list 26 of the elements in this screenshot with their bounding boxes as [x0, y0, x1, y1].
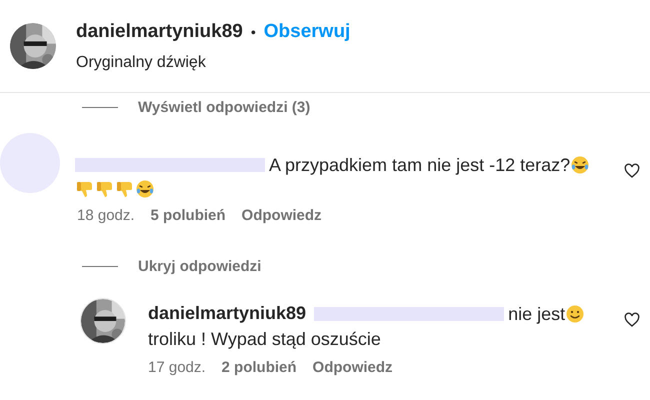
username[interactable]: danielmartyniuk89: [76, 18, 243, 46]
thumbs-down-icon: [75, 179, 95, 199]
heart-icon[interactable]: [624, 163, 640, 179]
follow-link[interactable]: Obserwuj: [264, 18, 350, 46]
likes-link[interactable]: 2 polubień: [222, 357, 297, 380]
avatar[interactable]: [10, 23, 56, 70]
comment-text: A przypadkiem tam nie jest -12 teraz?: [269, 154, 570, 177]
smiling-emoji-icon: [565, 304, 586, 324]
thumbs-down-icon: [95, 179, 115, 199]
separator-dot: •: [250, 22, 256, 42]
comment-text: nie jest: [508, 302, 566, 326]
reply-button[interactable]: Odpowiedz: [242, 205, 322, 228]
username[interactable]: danielmartyniuk89: [148, 300, 306, 327]
laughing-emoji-icon: [570, 155, 590, 175]
replies-toggle[interactable]: Wyświetl odpowiedzi (3): [138, 96, 310, 119]
timestamp: 18 godz.: [77, 206, 135, 226]
replies-toggle[interactable]: Ukryj odpowiedzi: [138, 256, 262, 278]
likes-link[interactable]: 5 polubień: [150, 205, 226, 228]
timestamp: 17 godz.: [148, 358, 206, 378]
thumbs-down-icon: [115, 179, 135, 199]
audio-label[interactable]: Oryginalny dźwięk: [76, 50, 350, 74]
heart-icon[interactable]: [624, 312, 640, 328]
laughing-emoji-icon: [135, 179, 155, 199]
avatar[interactable]: [80, 298, 126, 344]
reply-button[interactable]: Odpowiedz: [312, 357, 393, 380]
comment-text: troliku ! Wypad stąd oszuście: [148, 328, 381, 351]
